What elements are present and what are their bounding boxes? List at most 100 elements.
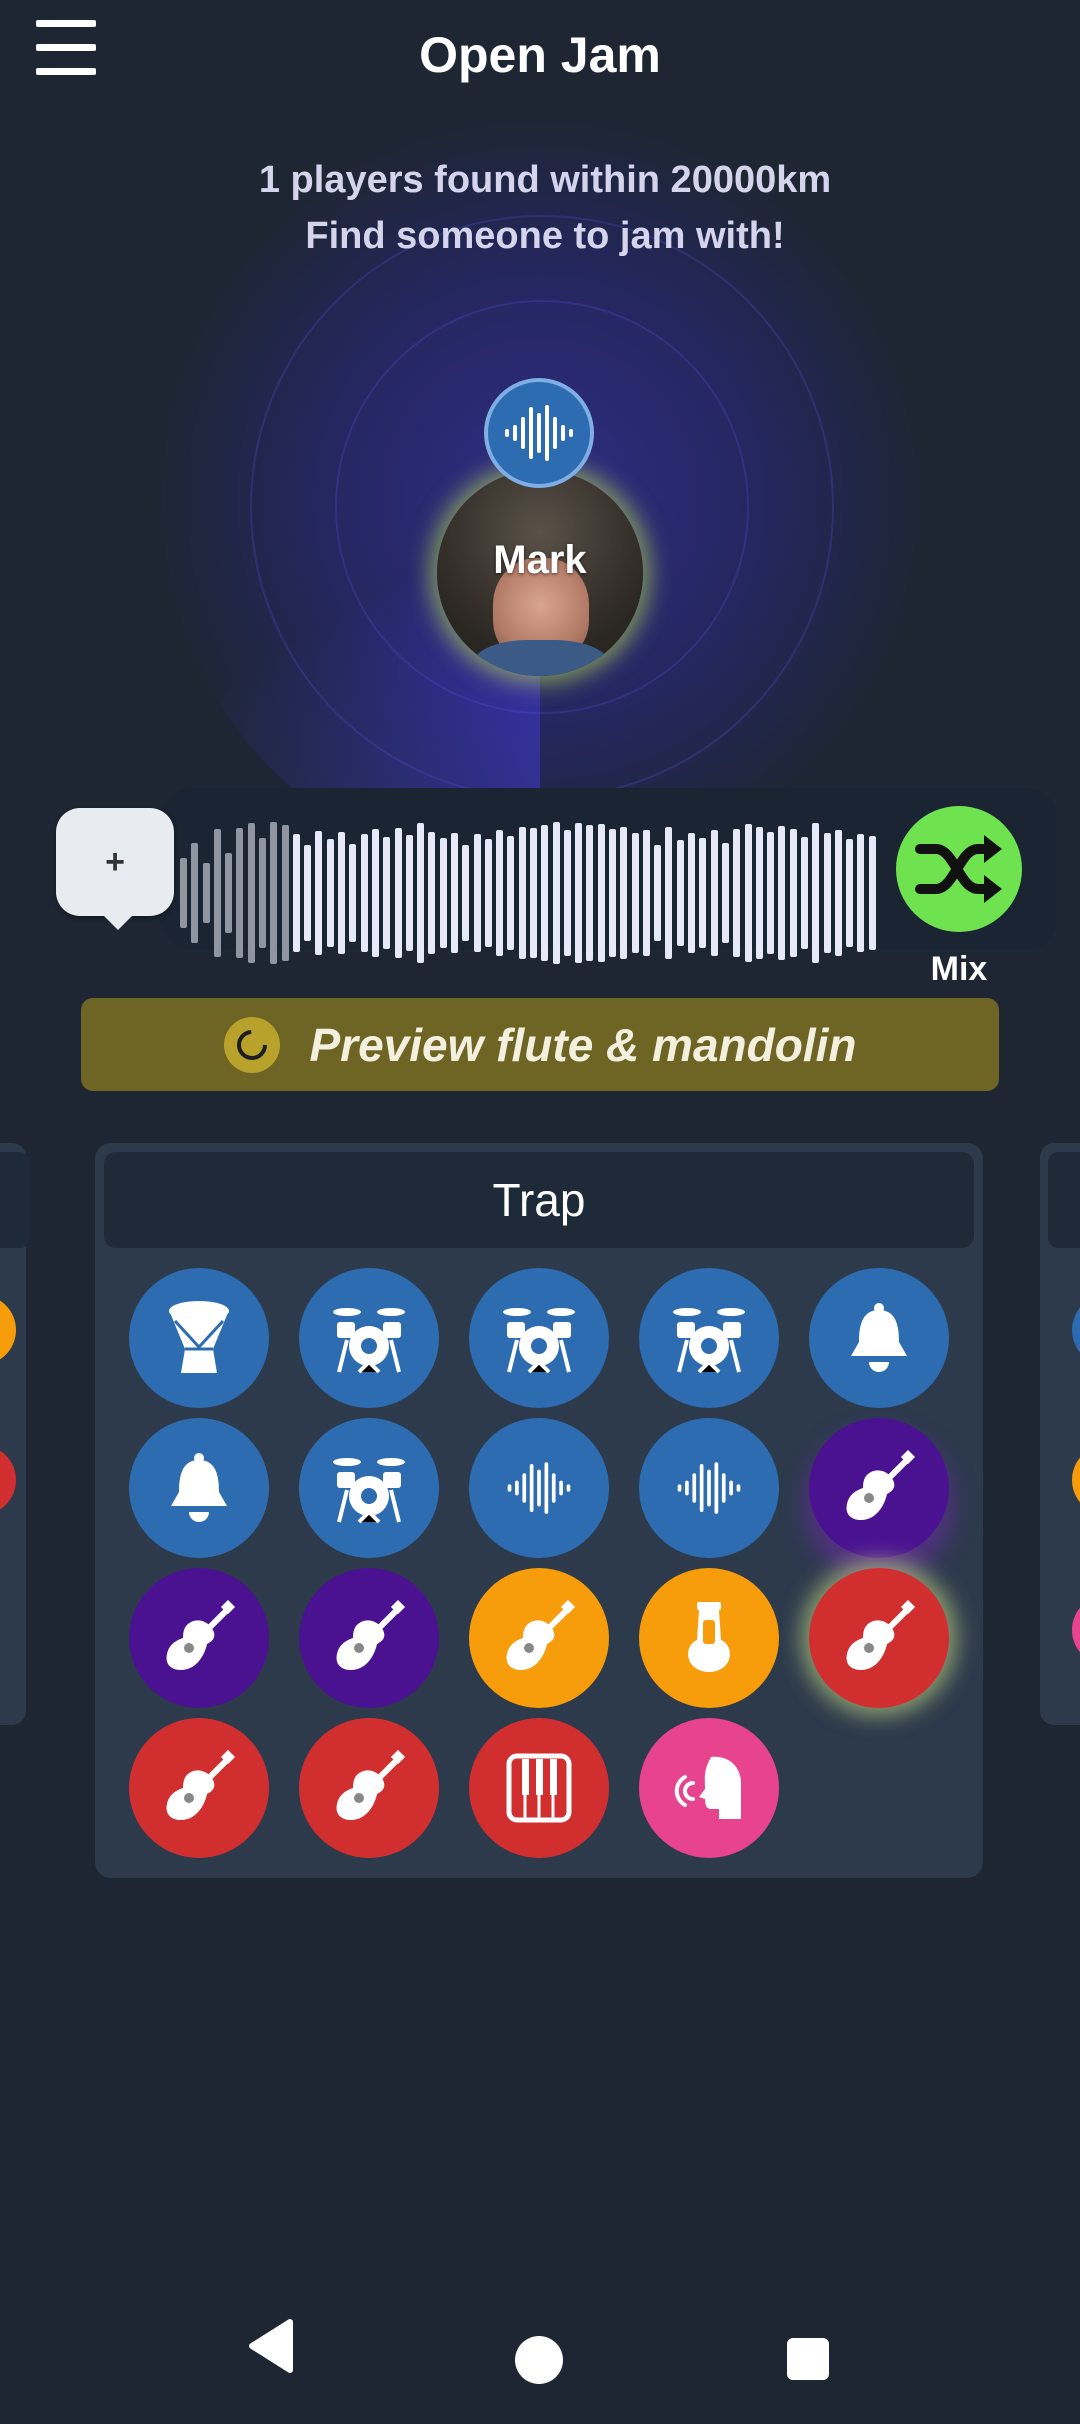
- waveform-bar: [631, 833, 639, 953]
- waveform-bar: [609, 829, 617, 957]
- waveform-bar: [270, 822, 278, 964]
- waveform-bar: [812, 823, 820, 963]
- instrument-button[interactable]: [809, 1418, 949, 1558]
- djembe-icon: [165, 1299, 233, 1377]
- drum-kit-icon: [329, 1452, 409, 1524]
- waveform-bar: [710, 830, 718, 956]
- waveform-bar: [800, 837, 808, 949]
- guitar-icon: [161, 1600, 237, 1676]
- waveform-bar: [371, 829, 379, 957]
- waveform-bar: [180, 858, 187, 928]
- drum-kit-icon: [329, 1302, 409, 1374]
- guitar-icon: [331, 1600, 407, 1676]
- waveform-bar: [665, 827, 673, 959]
- waveform-bar: [530, 828, 537, 958]
- waveform-bar: [518, 827, 526, 959]
- waveform-icon: [674, 1458, 744, 1518]
- waveform-bar: [450, 833, 458, 953]
- mix-label: Mix: [930, 950, 988, 988]
- waveform-bar: [575, 823, 583, 963]
- waveform-bar: [417, 823, 425, 963]
- waveform-bar: [281, 825, 289, 961]
- mix-button[interactable]: [896, 806, 1022, 932]
- players-found-text: 1 players found within 20000km Find some…: [258, 159, 832, 257]
- waveform-bar: [721, 843, 729, 943]
- instrument-button[interactable]: [299, 1718, 439, 1858]
- guitar-icon: [331, 1750, 407, 1826]
- waveform-bar: [778, 826, 786, 960]
- waveform-bar: [292, 834, 300, 952]
- kit-title: Trap: [104, 1152, 974, 1248]
- waveform-bar: [191, 843, 199, 943]
- drum-kit-icon: [499, 1302, 579, 1374]
- waveform-bar: [586, 825, 594, 961]
- preview-button[interactable]: Preview flute & mandolin: [81, 998, 999, 1091]
- recents-icon[interactable]: [787, 2338, 829, 2380]
- waveform-bar: [846, 839, 854, 947]
- instrument-button[interactable]: [299, 1568, 439, 1708]
- instrument-button[interactable]: [469, 1568, 609, 1708]
- waveform-bar: [789, 829, 797, 957]
- waveform-bar: [315, 831, 323, 955]
- loading-icon: [223, 1016, 280, 1073]
- waveform-bar: [360, 834, 368, 952]
- instrument-button[interactable]: [809, 1268, 949, 1408]
- waveform-bar: [213, 829, 221, 957]
- instrument-button[interactable]: [129, 1268, 269, 1408]
- instrument-button[interactable]: [299, 1418, 439, 1558]
- waveform-bar: [676, 840, 684, 946]
- waveform-bar: [225, 853, 233, 933]
- player-name: Mark: [493, 538, 587, 582]
- home-icon[interactable]: [515, 2336, 563, 2384]
- instrument-button[interactable]: [809, 1568, 949, 1708]
- voice-icon: [671, 1753, 747, 1823]
- waveform-bar: [462, 845, 470, 941]
- add-button[interactable]: +: [56, 808, 174, 930]
- waveform-bar: [597, 824, 605, 962]
- waveform-bar: [247, 823, 255, 963]
- waveform-bar: [767, 832, 775, 954]
- waveform-icon[interactable]: [484, 378, 594, 488]
- waveform-bar: [236, 828, 244, 958]
- waveform-bar: [349, 844, 357, 942]
- waveform-bar: [857, 834, 865, 952]
- waveform-bar: [439, 838, 447, 948]
- waveform-bar: [304, 845, 312, 941]
- instrument-button[interactable]: [639, 1568, 779, 1708]
- waveform-bar: [744, 824, 752, 962]
- waveform-bar: [541, 825, 549, 961]
- instrument-button[interactable]: [639, 1268, 779, 1408]
- shuffle-icon: [915, 835, 1002, 903]
- waveform-bar: [654, 845, 662, 941]
- preview-label: Preview flute & mandolin: [309, 1018, 857, 1071]
- instrument-button[interactable]: [129, 1568, 269, 1708]
- guitar-icon: [501, 1600, 577, 1676]
- instrument-button[interactable]: [469, 1268, 609, 1408]
- instrument-button[interactable]: [639, 1718, 779, 1858]
- instrument-button[interactable]: [299, 1268, 439, 1408]
- instrument-button[interactable]: [469, 1418, 609, 1558]
- waveform-bar: [496, 830, 504, 956]
- next-kit-card[interactable]: [1040, 1143, 1080, 1725]
- guitar-icon: [841, 1600, 917, 1676]
- waveform-bar: [405, 835, 413, 951]
- drum-kit-icon: [669, 1302, 749, 1374]
- back-icon[interactable]: [246, 2318, 296, 2379]
- instrument-button[interactable]: [469, 1718, 609, 1858]
- waveform-bar: [823, 833, 831, 953]
- waveform[interactable]: [180, 820, 880, 966]
- bell-icon: [167, 1452, 231, 1524]
- waveform-bar: [326, 839, 334, 947]
- waveform-bar: [563, 830, 571, 956]
- waveform-bar: [620, 827, 628, 959]
- instrument-button[interactable]: [129, 1418, 269, 1558]
- instrument-button[interactable]: [639, 1418, 779, 1558]
- bell-icon: [847, 1302, 911, 1374]
- piano-icon: [506, 1753, 572, 1823]
- waveform-bar: [552, 822, 560, 964]
- instrument-button[interactable]: [129, 1718, 269, 1858]
- prev-kit-card[interactable]: [0, 1143, 30, 1725]
- waveform-bar: [699, 838, 707, 948]
- page-title: Open Jam: [419, 27, 661, 83]
- waveform-bar: [473, 834, 481, 952]
